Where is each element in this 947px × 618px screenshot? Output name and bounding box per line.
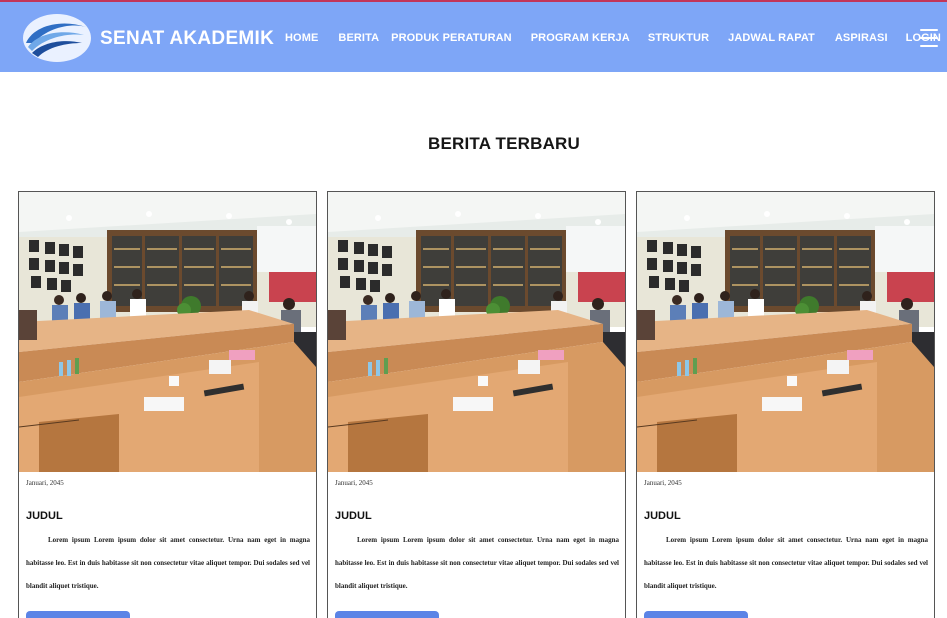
card-date: Januari, 2045	[26, 479, 64, 487]
menu-item-jadwal-rapat[interactable]: JADWAL RAPAT	[728, 32, 815, 44]
menu-item-home[interactable]: HOME	[285, 32, 318, 44]
menu-item-program-kerja[interactable]: PROGRAM KERJA	[531, 32, 630, 44]
news-card[interactable]: Januari, 2045 JUDUL Lorem ipsum Lorem ip…	[327, 191, 626, 618]
menu-item-struktur[interactable]: STRUKTUR	[648, 32, 709, 44]
brand-name[interactable]: SENAT AKADEMIK	[100, 28, 274, 50]
read-more-button[interactable]	[26, 611, 130, 618]
hamburger-icon[interactable]	[920, 29, 938, 47]
card-title[interactable]: JUDUL	[335, 510, 372, 522]
meeting-photo-image[interactable]	[637, 192, 934, 472]
card-excerpt: Lorem ipsum Lorem ipsum dolor sit amet c…	[335, 536, 619, 590]
card-excerpt: Lorem ipsum Lorem ipsum dolor sit amet c…	[26, 536, 310, 590]
news-card[interactable]: Januari, 2045 JUDUL Lorem ipsum Lorem ip…	[18, 191, 317, 618]
card-excerpt: Lorem ipsum Lorem ipsum dolor sit amet c…	[644, 536, 928, 590]
card-title[interactable]: JUDUL	[26, 510, 63, 522]
navbar: SENAT AKADEMIK HOME BERITA PRODUK PERATU…	[0, 2, 947, 72]
main-menu: HOME BERITA PRODUK PERATURAN PROGRAM KER…	[285, 32, 941, 44]
menu-item-berita[interactable]: BERITA	[338, 32, 379, 44]
menu-item-produk-peraturan[interactable]: PRODUK PERATURAN	[391, 32, 512, 44]
read-more-button[interactable]	[335, 611, 439, 618]
meeting-photo-image[interactable]	[19, 192, 316, 472]
read-more-button[interactable]	[644, 611, 748, 618]
meeting-photo-image[interactable]	[328, 192, 625, 472]
card-title[interactable]: JUDUL	[644, 510, 681, 522]
senat-logo-icon[interactable]	[22, 13, 92, 63]
card-date: Januari, 2045	[335, 479, 373, 487]
section-title: BERITA TERBARU	[427, 134, 580, 153]
menu-item-aspirasi[interactable]: ASPIRASI	[835, 32, 888, 44]
news-card[interactable]: Januari, 2045 JUDUL Lorem ipsum Lorem ip…	[636, 191, 935, 618]
card-date: Januari, 2045	[644, 479, 682, 487]
